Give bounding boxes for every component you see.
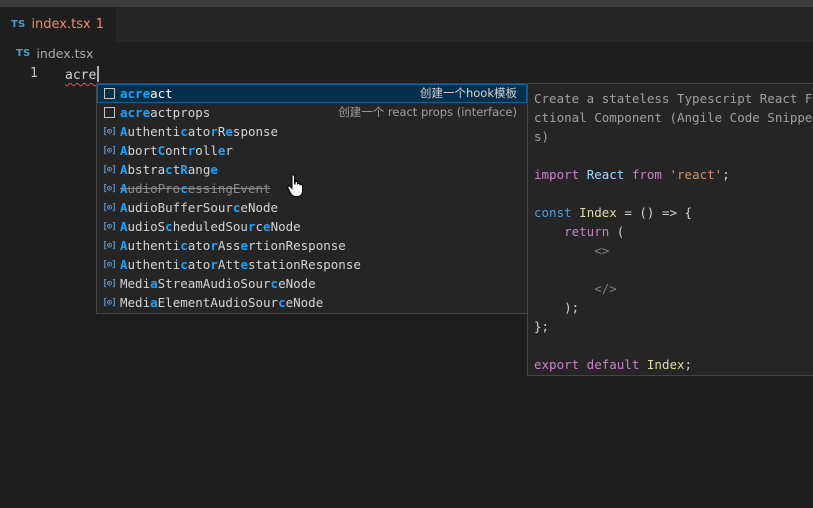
suggestion-label: AuthenticatorResponse [120,124,279,139]
variable-icon: [⊙] [102,183,116,194]
code-fragment-open: <> [594,243,610,258]
suggestion-label: acreactprops [120,105,211,120]
suggestion-label: AuthenticatorAssertionResponse [120,238,346,253]
snippet-preview: import React from 'react'; const Index =… [534,165,813,374]
suggestion-label: AudioScheduledSourceNode [120,219,301,234]
code-line[interactable]: acre [65,66,100,83]
tab-bar: TS index.tsx 1 [0,7,813,42]
code-close-brace: }; [534,319,550,334]
variable-icon: [⊙] [102,297,116,308]
hand-pointer-icon [287,174,303,197]
suggestion-detail: 创建一个 react props (interface) [338,105,517,119]
suggestion-item[interactable]: [⊙] MediaElementAudioSourceNode [97,293,527,312]
snippet-icon [101,86,117,102]
suggestion-details: Create a stateless Typescript React F cti… [527,83,813,376]
code-fragment-close: </> [594,281,617,296]
suggestion-label: AbortController [120,143,233,158]
description-line: s) [534,129,550,144]
title-bar [0,0,813,7]
suggestion-label: AbstractRange [120,162,218,177]
variable-icon: [⊙] [102,278,116,289]
typescript-file-icon: TS [16,47,31,59]
suggestion-label: MediaElementAudioSourceNode [120,295,324,310]
suggestion-item[interactable]: [⊙] AudioBufferSourceNode [97,198,527,217]
description-line: ctional Component (Angile Code Snippe [534,110,813,125]
suggestion-item[interactable]: acreact 创建一个hook模板 [97,84,527,103]
typed-text: acre [65,68,97,83]
code-import-line: import React from 'react'; [534,167,730,182]
variable-icon: [⊙] [102,126,116,137]
description-line: Create a stateless Typescript React F [534,91,813,106]
suggestion-item[interactable]: [⊙] AuthenticatorAttestationResponse [97,255,527,274]
text-cursor [97,66,100,82]
variable-icon: [⊙] [102,145,116,156]
suggestion-item[interactable]: [⊙] AuthenticatorAssertionResponse [97,236,527,255]
suggestion-description: Create a stateless Typescript React F cti… [534,89,813,146]
suggestion-widget[interactable]: acreact 创建一个hook模板 acreactprops 创建一个 react … [96,83,528,314]
breadcrumb-file[interactable]: index.tsx [36,46,93,61]
variable-icon: [⊙] [102,164,116,175]
tab-label: index.tsx [31,17,91,32]
suggestion-label: AudioProcessingEvent [120,181,271,196]
suggestion-label: AudioBufferSourceNode [120,200,279,215]
code-return-line: return ( [564,224,625,239]
variable-icon: [⊙] [102,221,116,232]
suggestion-detail: 创建一个hook模板 [419,86,517,100]
variable-icon: [⊙] [102,240,116,251]
line-number: 1 [30,66,38,81]
suggestion-item[interactable]: [⊙] AudioProcessingEvent [97,179,527,198]
suggestion-item[interactable]: [⊙] AudioScheduledSourceNode [97,217,527,236]
suggestion-label: acreact [120,86,173,101]
code-const-line: const Index = () => { [534,205,693,220]
code-close-paren: ); [564,300,580,315]
breadcrumb[interactable]: TS index.tsx [0,42,813,64]
tab-index-tsx[interactable]: TS index.tsx 1 [0,7,116,42]
variable-icon: [⊙] [102,202,116,213]
snippet-icon [101,105,117,121]
code-export-line: export default Index; [534,357,693,372]
suggestion-label: AuthenticatorAttestationResponse [120,257,361,272]
suggestion-item[interactable]: acreactprops 创建一个 react props (interface) [97,103,527,122]
suggestion-label: MediaStreamAudioSourceNode [120,276,316,291]
suggestion-item[interactable]: [⊙] MediaStreamAudioSourceNode [97,274,527,293]
suggestion-item[interactable]: [⊙] AbortController [97,141,527,160]
problem-count: 1 [95,17,104,32]
suggestion-item[interactable]: [⊙] AbstractRange [97,160,527,179]
variable-icon: [⊙] [102,259,116,270]
suggestion-item[interactable]: [⊙] AuthenticatorResponse [97,122,527,141]
typescript-file-icon: TS [11,19,26,30]
